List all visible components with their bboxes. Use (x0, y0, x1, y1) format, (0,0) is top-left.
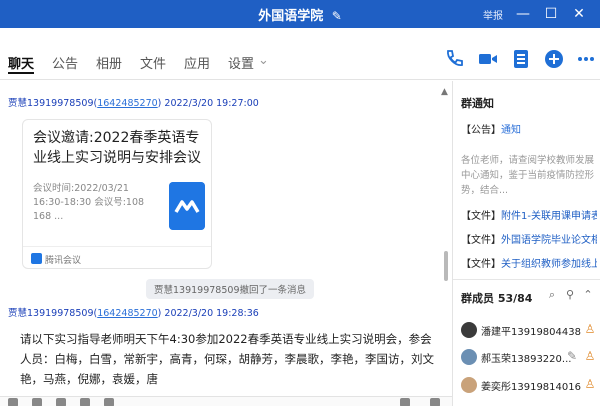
divider (453, 279, 600, 280)
emoji-icon[interactable] (8, 398, 18, 406)
file-name: 关于组织教师参加线上... (501, 259, 597, 270)
file-name: 附件1-关联用课申请表... (501, 211, 597, 222)
notification-icon[interactable] (430, 398, 440, 406)
tab-chat[interactable]: 聊天 (8, 53, 34, 72)
group-notice-title: 群通知 (461, 97, 494, 110)
meeting-time-range: 16:30-18:30 会议号:108 (33, 197, 145, 208)
file-tag: 【文件】 (461, 235, 501, 246)
tencent-meeting-logo-icon (169, 182, 205, 230)
message-time: 2022/3/20 19:27:00 (164, 98, 259, 109)
tab-settings[interactable]: 设置 (228, 53, 254, 72)
chevron-up-icon[interactable]: ⌃ (581, 288, 595, 302)
search-icon[interactable]: ⌕ (545, 288, 559, 302)
input-toolbar (0, 396, 452, 406)
window-title-wrap: 外国语学院 ✎ (0, 5, 600, 24)
scroll-up-icon[interactable]: ▲ (441, 87, 448, 97)
classroom-icon[interactable] (510, 48, 532, 70)
avatar (461, 377, 477, 393)
member-name: 姜奕彤13919814016 (481, 382, 581, 393)
member-item[interactable]: 潘建平13919804438 ♙ (461, 320, 597, 340)
recall-notice: 贾慧13919978509撤回了一条消息 (146, 279, 314, 299)
message-body[interactable]: 请以下实习指导老师明天下午4:30参加2022春季英语专业线上实习说明会，参会人… (20, 329, 440, 389)
member-name: 潘建平13919804438 (481, 327, 581, 338)
more-icon[interactable] (575, 48, 597, 70)
image-icon[interactable] (104, 398, 114, 406)
file-item[interactable]: 【文件】关于组织教师参加线上... (461, 255, 597, 270)
phone-icon[interactable] (443, 48, 465, 70)
announcement-tag: 【公告】 (461, 125, 501, 136)
announcement-header[interactable]: 【公告】通知 (461, 121, 521, 136)
sender-name[interactable]: 贾慧13919978509 (8, 98, 94, 109)
announcement-text[interactable]: 各位老师，请查阅学校教师发展中心通知，鉴于当前疫情防控形势，结合... (461, 153, 595, 198)
edit-icon[interactable]: ✎ (332, 9, 342, 23)
tab-apps[interactable]: 应用 (184, 53, 210, 72)
avatar (461, 349, 477, 365)
sender-id-link[interactable]: 1642485270 (97, 308, 157, 319)
file-item[interactable]: 【文件】外国语学院毕业论文相... (461, 231, 597, 246)
member-role-icon: ♙ (584, 349, 596, 363)
report-link[interactable]: 举报 (483, 7, 503, 22)
chat-panel: ▲ 贾慧13919978509(1642485270) 2022/3/20 19… (0, 81, 452, 396)
member-name: 郝玉荣13893220... (481, 354, 572, 365)
sender-name[interactable]: 贾慧13919978509 (8, 308, 94, 319)
window-title: 外国语学院 (258, 9, 324, 24)
add-icon[interactable] (543, 48, 565, 70)
avatar (461, 322, 477, 338)
member-item[interactable]: 郝玉荣13893220... ✎ ♙ (461, 347, 597, 367)
sender-id-link[interactable]: 1642485270 (97, 98, 157, 109)
card-app-name: 腾讯会议 (45, 256, 82, 266)
active-tab-indicator (8, 72, 34, 74)
member-role-icon: ♙ (584, 322, 596, 336)
chevron-down-icon[interactable]: ⌄ (258, 53, 269, 68)
meeting-title: 会议邀请:2022春季英语专业线上实习说明与安排会议 (33, 130, 201, 166)
meeting-info: 会议时间:2022/03/21 16:30-18:30 会议号:108 168 … (33, 182, 153, 224)
tab-files[interactable]: 文件 (140, 53, 166, 72)
file-item[interactable]: 【文件】附件1-关联用课申请表... (461, 207, 597, 222)
tab-announcement[interactable]: 公告 (52, 53, 78, 72)
chat-scrollbar[interactable] (444, 251, 448, 281)
members-count: 群成员 53/84 (461, 292, 533, 305)
member-role-icon: ♙ (584, 377, 596, 391)
card-footer: 腾讯会议 (23, 246, 211, 270)
screenshot-icon[interactable] (56, 398, 66, 406)
meeting-number-suffix: 168 ... (33, 211, 64, 222)
edit-icon[interactable]: ✎ (565, 349, 579, 365)
maximize-icon[interactable]: ☐ (540, 3, 562, 25)
file-name: 外国语学院毕业论文相... (501, 235, 597, 246)
video-icon[interactable] (477, 48, 499, 70)
member-item[interactable]: 姜奕彤13919814016 ♙ (461, 375, 597, 395)
file-icon[interactable] (80, 398, 90, 406)
tab-album[interactable]: 相册 (96, 53, 122, 72)
announcement-title: 通知 (501, 125, 521, 136)
title-bar: 外国语学院 ✎ 举报 — ☐ ✕ (0, 0, 600, 28)
message-time: 2022/3/20 19:28:36 (164, 308, 259, 319)
history-icon[interactable] (400, 398, 410, 406)
meeting-time: 会议时间:2022/03/21 (33, 183, 129, 194)
file-tag: 【文件】 (461, 259, 501, 270)
file-tag: 【文件】 (461, 211, 501, 222)
message-header: 贾慧13919978509(1642485270) 2022/3/20 19:2… (8, 308, 259, 319)
tencent-meeting-small-icon (31, 253, 42, 264)
add-member-icon[interactable]: ⚲ (563, 288, 577, 302)
close-icon[interactable]: ✕ (568, 3, 590, 25)
meeting-invite-card[interactable]: 会议邀请:2022春季英语专业线上实习说明与安排会议 会议时间:2022/03/… (22, 119, 212, 269)
minimize-icon[interactable]: — (512, 3, 534, 25)
message-header: 贾慧13919978509(1642485270) 2022/3/20 19:2… (8, 98, 259, 109)
gif-icon[interactable] (32, 398, 42, 406)
group-info-panel: 群通知 【公告】通知 各位老师，请查阅学校教师发展中心通知，鉴于当前疫情防控形势… (452, 81, 600, 406)
tab-bar: 聊天 公告 相册 文件 应用 设置 ⌄ (0, 28, 600, 80)
